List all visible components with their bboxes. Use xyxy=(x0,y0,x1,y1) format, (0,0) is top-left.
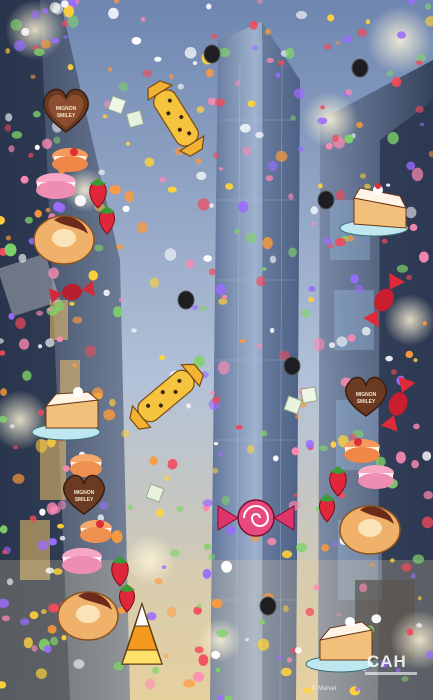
watermark-underline xyxy=(365,672,417,675)
svg-text:MIGNON: MIGNON xyxy=(56,106,77,112)
yellow-wrapped-candy-icon xyxy=(147,80,205,157)
watermark-logo: CAH xyxy=(367,652,407,671)
heart-cookie-icon: MIGNON SMILEY xyxy=(63,474,105,515)
game-screen: MIGNON SMILEY MIGNON SMILEY MIGNON SMILE… xyxy=(0,0,433,700)
svg-text:SMILEY: SMILEY xyxy=(357,399,376,405)
candy-corn-icon xyxy=(120,601,164,665)
candy-layer: MIGNON SMILEY MIGNON SMILEY MIGNON SMILE… xyxy=(31,80,416,673)
sugar-cube-icon xyxy=(107,95,318,503)
heart-cookie-icon: MIGNON SMILEY xyxy=(345,376,387,417)
copyright-text: © Marvel xyxy=(312,686,337,692)
yellow-wrapped-candy-icon xyxy=(129,363,204,430)
svg-text:MIGNON: MIGNON xyxy=(74,490,95,496)
pink-swirl-candy-icon xyxy=(217,499,295,537)
svg-text:SMILEY: SMILEY xyxy=(75,497,94,503)
svg-text:MIGNON: MIGNON xyxy=(356,392,377,398)
svg-text:SMILEY: SMILEY xyxy=(57,113,76,119)
heart-cookie-icon: MIGNON SMILEY xyxy=(43,88,89,133)
